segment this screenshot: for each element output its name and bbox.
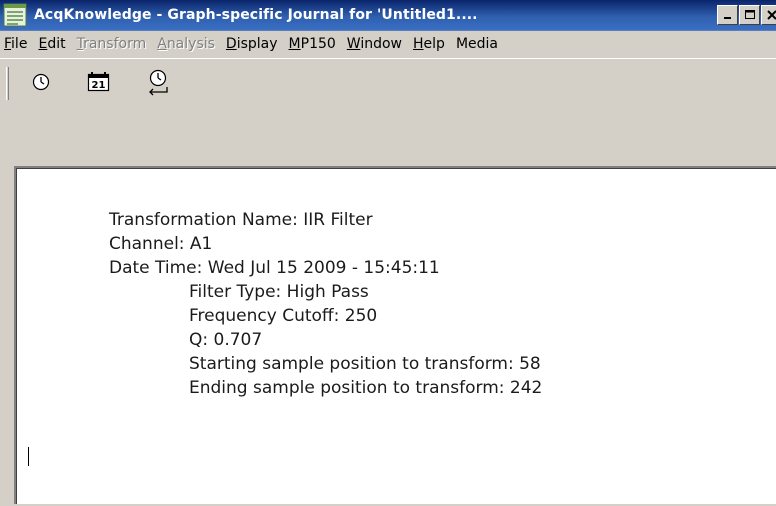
calendar-icon: 21	[87, 72, 110, 92]
acqknowledge-window: AcqKnowledge - Graph-specific Journal fo…	[0, 0, 776, 506]
minimize-icon	[723, 17, 731, 19]
menu-transform[interactable]: Transform	[73, 31, 154, 58]
transformation-name-line: Transformation Name: IIR Filter	[109, 210, 373, 230]
toolbar-grip[interactable]	[6, 67, 9, 100]
menu-bar: File Edit Transform Analysis Display MP1…	[0, 31, 776, 58]
title-bar[interactable]: AcqKnowledge - Graph-specific Journal fo…	[0, 0, 776, 31]
close-button[interactable]	[761, 5, 776, 25]
clock-icon	[32, 73, 50, 91]
title-buttons	[717, 5, 776, 25]
menu-mp150[interactable]: MP150	[285, 31, 343, 58]
text-caret	[28, 447, 29, 466]
acqknowledge-app-icon	[3, 3, 27, 27]
insert-date-button[interactable]: 21	[84, 66, 114, 98]
filter-type-line: Filter Type: High Pass	[189, 282, 369, 302]
clock-return-icon	[149, 69, 168, 96]
minimize-button[interactable]	[717, 5, 738, 25]
menu-display[interactable]: Display	[222, 31, 285, 58]
close-icon	[766, 10, 776, 20]
window-title: AcqKnowledge - Graph-specific Journal fo…	[34, 7, 478, 23]
menu-help[interactable]: Help	[409, 31, 452, 58]
svg-text:21: 21	[92, 80, 106, 91]
journal-editor-inner: Transformation Name: IIR Filter Channel:…	[16, 168, 776, 506]
journal-text: Transformation Name: IIR Filter Channel:…	[109, 208, 542, 400]
toolbar: 21	[0, 58, 776, 157]
insert-time-button[interactable]	[26, 66, 56, 98]
end-sample-line: Ending sample position to transform: 242	[189, 378, 543, 398]
frequency-cutoff-line: Frequency Cutoff: 250	[189, 306, 378, 326]
channel-line: Channel: A1	[109, 234, 213, 254]
maximize-icon	[744, 10, 755, 19]
q-line: Q: 0.707	[189, 330, 263, 350]
menu-edit[interactable]: Edit	[34, 31, 72, 58]
menu-media[interactable]: Media	[452, 31, 505, 58]
menu-analysis[interactable]: Analysis	[153, 31, 222, 58]
start-sample-line: Starting sample position to transform: 5…	[189, 354, 541, 374]
maximize-button[interactable]	[739, 5, 760, 25]
journal-editor[interactable]: Transformation Name: IIR Filter Channel:…	[14, 166, 776, 506]
menu-window[interactable]: Window	[343, 31, 409, 58]
insert-date-time-button[interactable]	[143, 66, 173, 98]
menu-file[interactable]: File	[0, 31, 34, 58]
date-time-line: Date Time: Wed Jul 15 2009 - 15:45:11	[109, 258, 440, 278]
